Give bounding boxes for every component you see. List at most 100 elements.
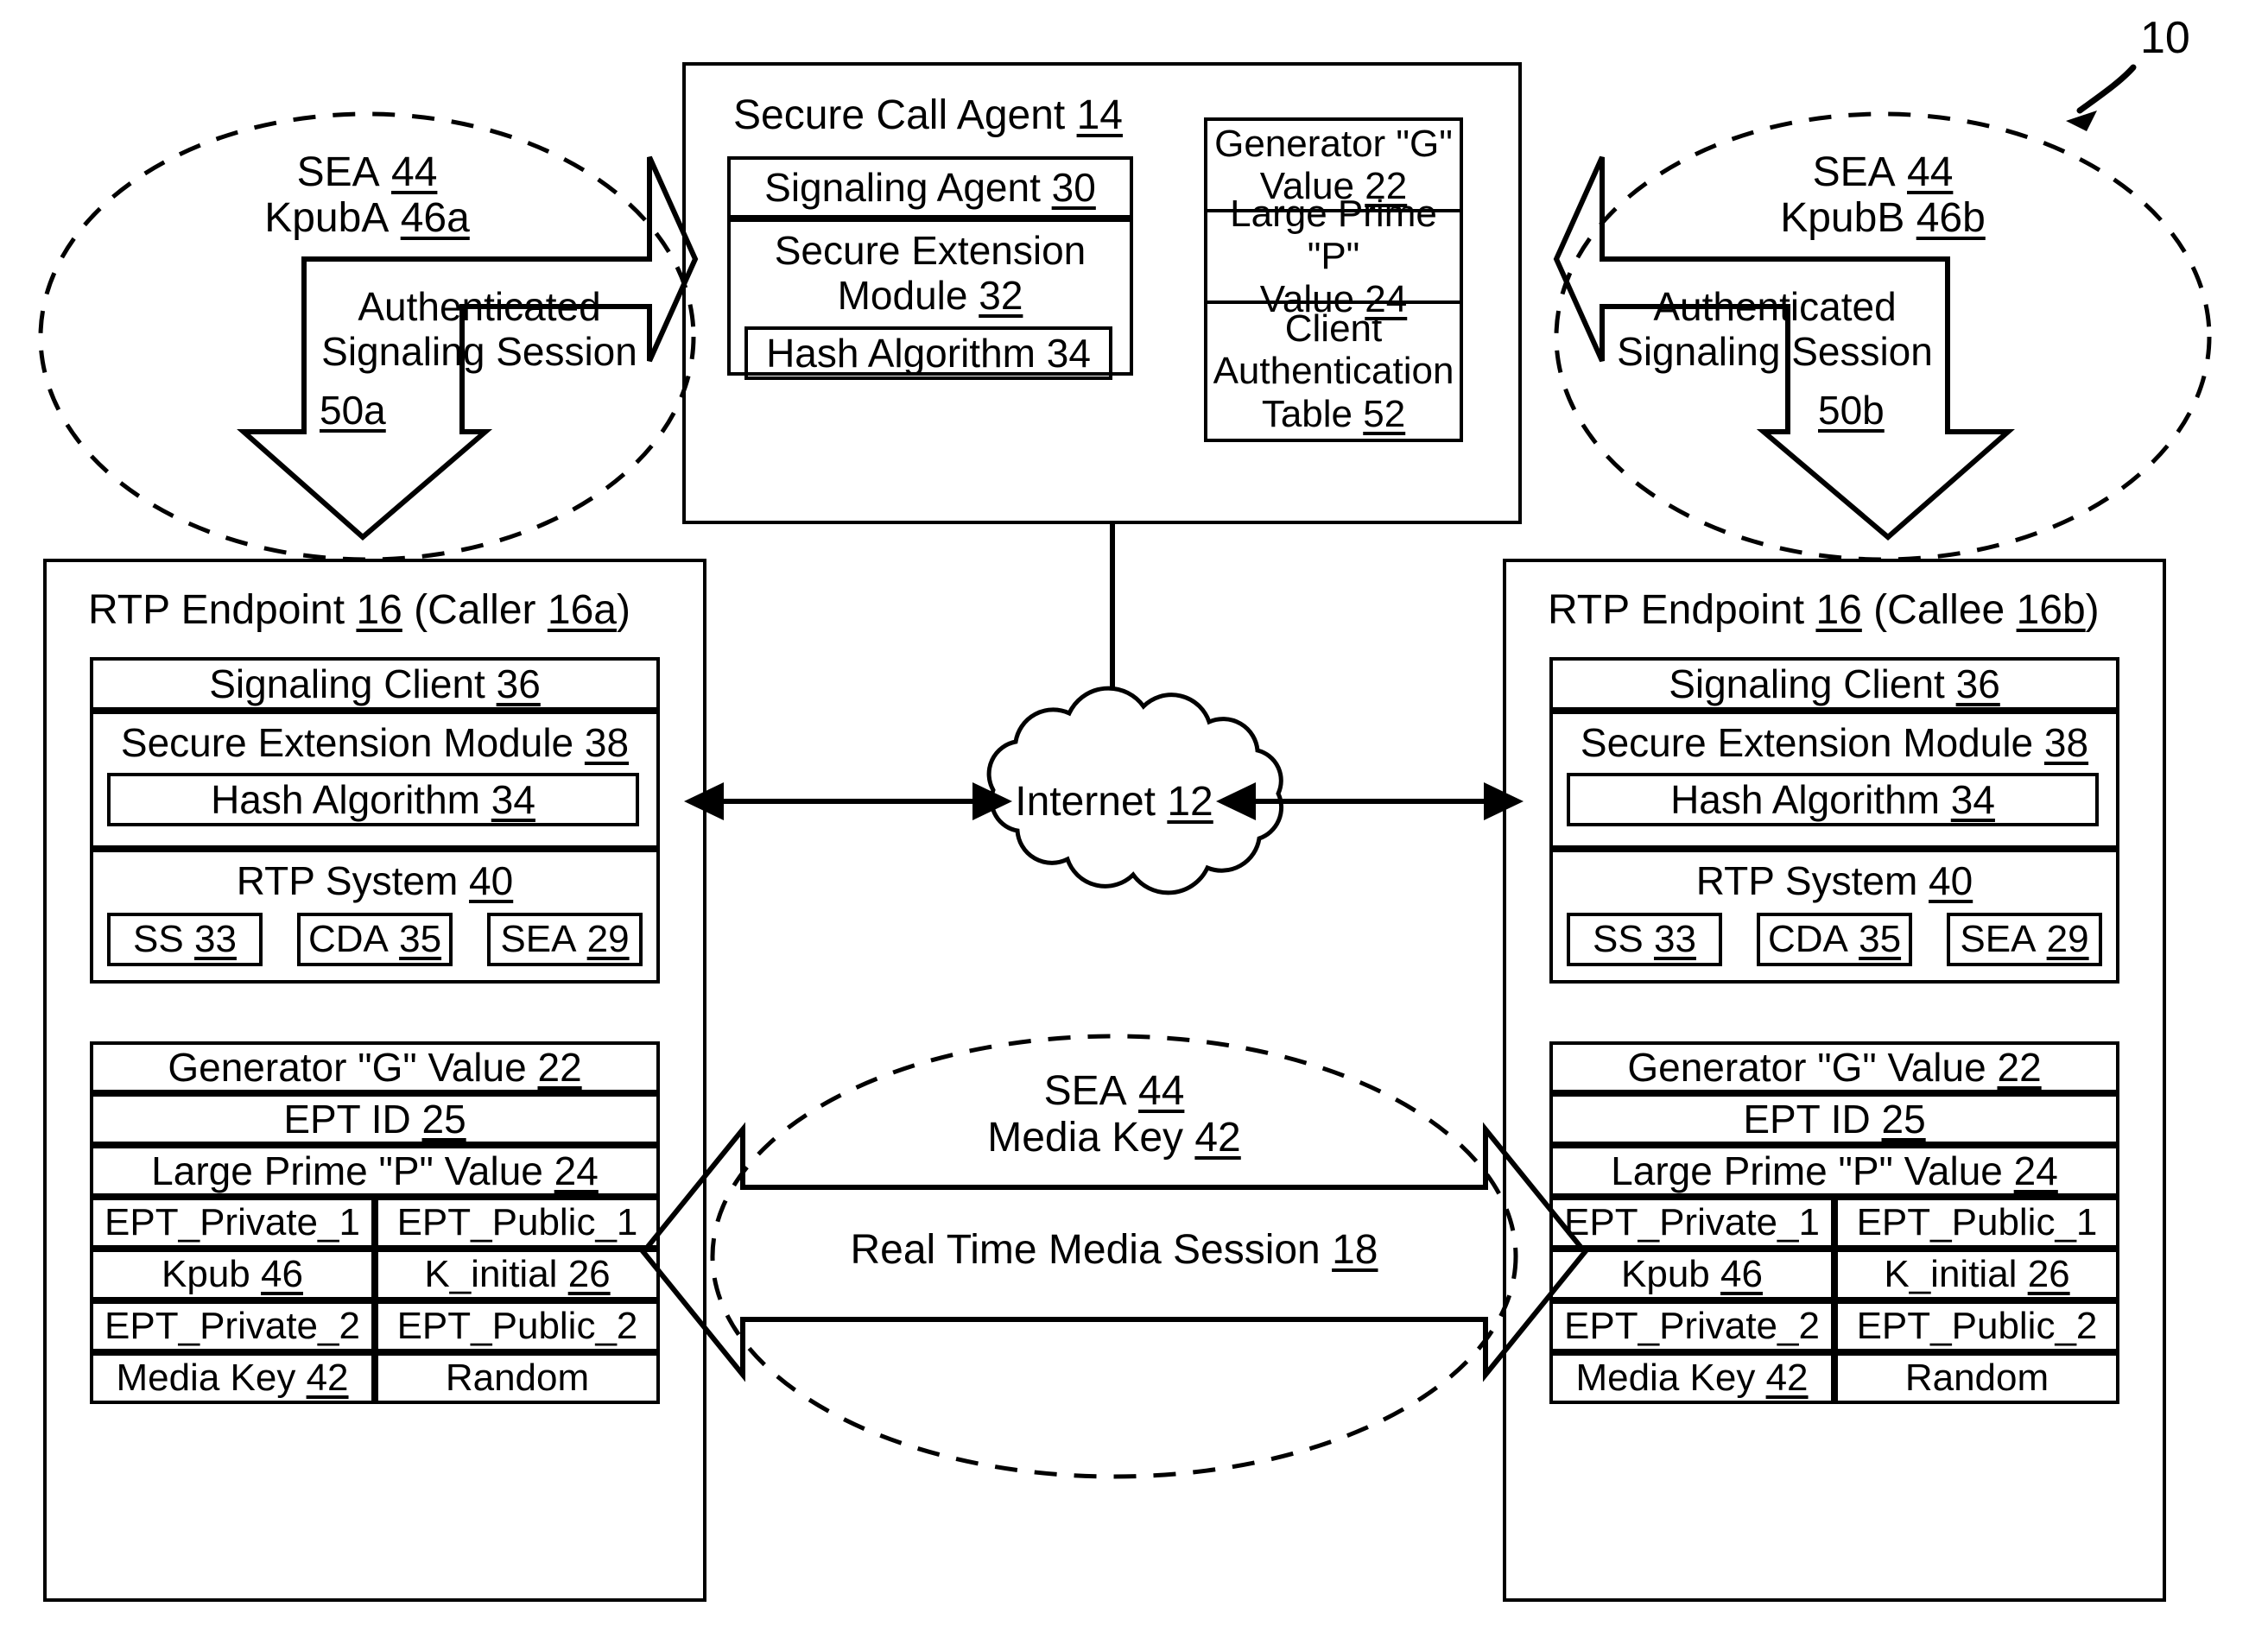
caller-generator-num: 22 [537, 1045, 582, 1090]
center-ellipse-title-label: SEA [1043, 1067, 1127, 1114]
callee-ept-public-1-label: EPT_Public_1 [1856, 1201, 2098, 1243]
center-ellipse-key-num: 42 [1194, 1114, 1241, 1161]
center-ellipse-title: SEA 44 [980, 1067, 1248, 1114]
caller-ept-private-1-label: EPT_Private_1 [105, 1201, 360, 1243]
right-signaling-session-label: Authenticated Signaling Session [1598, 284, 1952, 374]
callee-chip-sea-num: 29 [2046, 918, 2089, 960]
caller-title-num: 16 [356, 587, 402, 633]
center-ellipse-key-label: Media Key [987, 1114, 1184, 1161]
callee-table-row-eptid: EPT ID 25 [1549, 1093, 2119, 1145]
agent-client-auth-num: 52 [1363, 392, 1406, 435]
callee-hash-label: Hash Algorithm [1670, 777, 1940, 822]
left-ellipse-title: SEA 44 [233, 149, 501, 196]
signaling-agent-label: Signaling Agent [764, 165, 1041, 210]
caller-ept-public-1-label: EPT_Public_1 [396, 1201, 638, 1243]
caller-kpub-num: 46 [261, 1253, 303, 1295]
caller-k-initial-num: 26 [567, 1253, 611, 1295]
caller-chip-cda: CDA 35 [297, 913, 453, 966]
caller-rtp-system-label: RTP System [236, 858, 459, 903]
callee-hash-algorithm-cell: Hash Algorithm 34 [1567, 773, 2099, 826]
agent-large-prime-p-cell: Large Prime "P" Value 24 [1204, 193, 1463, 320]
secure-extension-module-cell: Secure Extension Module 32 Hash Algorith… [727, 218, 1133, 381]
right-signaling-session-line1: Authenticated [1653, 284, 1897, 329]
caller-paren-post: ) [616, 587, 630, 633]
caller-chip-ss-label: SS [133, 918, 184, 960]
patent-figure-canvas: SEA 44 KpubA 46a Authenticated Signaling… [0, 0, 2268, 1632]
callee-random-label: Random [1904, 1357, 2049, 1399]
left-ellipse-key-label: KpubA [264, 195, 390, 242]
callee-cell-ept-private-2: EPT_Private_2 [1549, 1300, 1834, 1352]
internet-label: Internet 12 [1002, 777, 1226, 825]
caller-chip-sea: SEA 29 [487, 913, 643, 966]
caller-signaling-client-cell: Signaling Client 36 [90, 657, 660, 711]
caller-hash-algorithm-cell: Hash Algorithm 34 [107, 773, 639, 826]
caller-random-label: Random [445, 1357, 590, 1399]
rtp-endpoint-callee-title: RTP Endpoint 16 (Callee 16b) [1548, 586, 2100, 634]
callee-cell-kpub: Kpub 46 [1549, 1249, 1834, 1300]
caller-table-row-eptid: EPT ID 25 [90, 1093, 660, 1145]
callee-chip-ss: SS 33 [1567, 913, 1722, 966]
callee-chip-ss-label: SS [1593, 918, 1644, 960]
callee-sem-num: 38 [2043, 720, 2089, 765]
right-ellipse-key-num: 46b [1916, 195, 1986, 242]
media-session-label-num: 18 [1332, 1226, 1378, 1273]
caller-table-row-generator: Generator "G" Value 22 [90, 1041, 660, 1093]
agent-large-prime-p-line1: Large Prime "P" [1230, 193, 1437, 278]
caller-chip-sea-label: SEA [500, 918, 577, 960]
left-ellipse-title-label: SEA [296, 149, 380, 196]
center-ellipse-title-num: 44 [1138, 1067, 1185, 1114]
caller-eptid-num: 25 [421, 1097, 466, 1142]
caller-cell-ept-private-1: EPT_Private_1 [90, 1197, 375, 1249]
internet-label-text: Internet [1015, 778, 1156, 825]
media-session-label-text: Real Time Media Session [850, 1226, 1321, 1273]
callee-paren-post: ) [2085, 587, 2100, 633]
agent-client-auth-line1: Client [1284, 307, 1383, 351]
left-ellipse-title-num: 44 [391, 149, 438, 196]
callee-chip-cda-num: 35 [1859, 918, 1902, 960]
right-ellipse-title-label: SEA [1812, 149, 1896, 196]
agent-hash-algorithm-cell: Hash Algorithm 34 [744, 326, 1112, 381]
caller-k-initial-label: K_initial [424, 1253, 558, 1295]
right-signaling-session-line2: Signaling Session [1617, 328, 1933, 374]
callee-eptid-num: 25 [1881, 1097, 1926, 1142]
caller-eptid-label: EPT ID [283, 1097, 411, 1142]
secure-call-agent-box: Secure Call Agent 14 Signaling Agent 30 … [682, 62, 1522, 524]
caller-rtp-system-cell: RTP System 40 SS 33 CDA 35 SEA 29 [90, 849, 660, 984]
agent-client-auth-line2: Authentication [1213, 350, 1454, 393]
caller-chip-sea-num: 29 [586, 918, 630, 960]
caller-cell-ept-private-2: EPT_Private_2 [90, 1300, 375, 1352]
left-signaling-session-line2: Signaling Session [321, 328, 637, 374]
left-ellipse-key: KpubA 46a [233, 195, 501, 242]
rtp-endpoint-caller-title: RTP Endpoint 16 (Caller 16a) [88, 586, 630, 634]
caller-cell-random: Random [375, 1352, 660, 1404]
caller-signaling-client-num: 36 [496, 661, 541, 706]
callee-media-key-label: Media Key [1575, 1357, 1756, 1399]
callee-cell-media-key: Media Key 42 [1549, 1352, 1834, 1404]
internet-label-num: 12 [1167, 778, 1213, 825]
caller-cell-kpub: Kpub 46 [90, 1249, 375, 1300]
callee-kpub-label: Kpub [1621, 1253, 1710, 1295]
right-ellipse-title: SEA 44 [1749, 149, 2017, 196]
caller-cell-media-key: Media Key 42 [90, 1352, 375, 1404]
caller-kpub-label: Kpub [162, 1253, 250, 1295]
secure-call-agent-title-label: Secure Call Agent [733, 92, 1066, 138]
caller-ept-public-2-label: EPT_Public_2 [396, 1305, 638, 1347]
media-session-label: Real Time Media Session 18 [769, 1224, 1460, 1275]
right-ellipse-key-label: KpubB [1780, 195, 1905, 242]
caller-sem-num: 38 [584, 720, 630, 765]
caller-chip-cda-label: CDA [307, 918, 389, 960]
caller-title-label: RTP Endpoint [88, 587, 345, 633]
callee-chip-cda: CDA 35 [1757, 913, 1912, 966]
caller-cell-ept-public-2: EPT_Public_2 [375, 1300, 660, 1352]
signaling-agent-num: 30 [1051, 165, 1096, 210]
caller-media-key-label: Media Key [116, 1357, 296, 1399]
signaling-agent-cell: Signaling Agent 30 [727, 156, 1133, 218]
callee-hash-num: 34 [1950, 777, 1995, 822]
right-signaling-session-num: 50b [1818, 388, 1885, 433]
agent-to-internet-arrowhead [1093, 718, 1131, 758]
caller-paren-pre: (Caller [414, 587, 536, 633]
callee-rtp-system-cell: RTP System 40 SS 33 CDA 35 SEA 29 [1549, 849, 2119, 984]
left-signaling-session-line1: Authenticated [358, 284, 601, 329]
callee-signaling-client-num: 36 [1955, 661, 2000, 706]
callee-ept-public-2-label: EPT_Public_2 [1856, 1305, 2098, 1347]
